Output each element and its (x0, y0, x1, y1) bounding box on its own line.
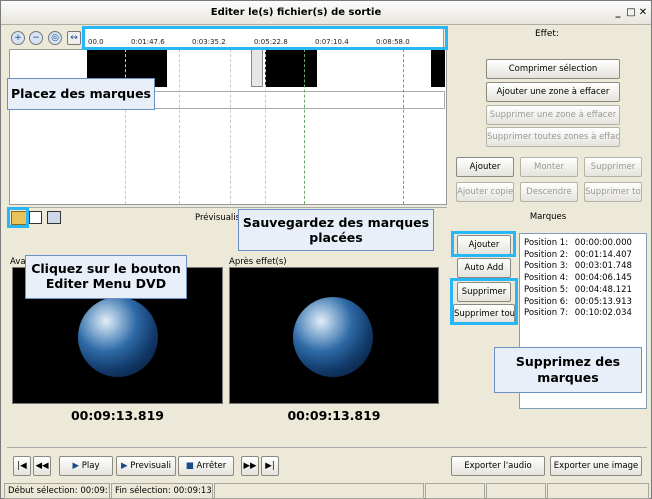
callout-save-marks: Sauvegardez des marques placées (238, 209, 434, 251)
mark-line (403, 49, 404, 204)
zoom-fit-icon[interactable]: ◎ (48, 31, 62, 45)
status-panel (486, 483, 546, 499)
effect-remove-all-button[interactable]: Supprimer tous (584, 182, 642, 202)
before-label: Ava (10, 257, 26, 267)
list-item[interactable]: Position 2: 00:01:14.407 (524, 250, 646, 262)
remove-all-zones-button[interactable]: Supprimer toutes zones à effacer (486, 127, 620, 147)
after-label: Après effet(s) (229, 257, 287, 267)
remove-erase-zone-button[interactable]: Supprimer une zone à effacer (486, 105, 620, 125)
callout-edit-dvd: Cliquez sur le bouton Editer Menu DVD (25, 255, 187, 299)
clip-segment[interactable] (431, 49, 445, 87)
mark-line (265, 49, 266, 204)
auto-add-button[interactable]: Auto Add (457, 258, 511, 278)
before-timecode: 00:09:13.819 (70, 408, 165, 423)
mark-line (125, 49, 126, 204)
mark-line (304, 49, 305, 204)
skip-end-icon: ▶| (265, 461, 275, 471)
stop-button[interactable]: ■ Arrêter (178, 456, 234, 476)
callout-delete-marks: Supprimez des marques (494, 347, 642, 393)
editor-window: Editer le(s) fichier(s) de sortie _ □ ✕ … (0, 0, 652, 499)
selection-end-status: Fin sélection: 00:09:13.81 (111, 483, 213, 499)
mark-line (230, 49, 231, 204)
window-title: Editer le(s) fichier(s) de sortie (210, 7, 382, 18)
timeline-area[interactable] (9, 49, 447, 205)
list-item[interactable]: Position 1: 00:00:00.000 (524, 238, 646, 250)
fast-forward-button[interactable]: ▶▶ (241, 456, 259, 476)
rewind-icon: ◀◀ (35, 461, 49, 471)
title-bar: Editer le(s) fichier(s) de sortie _ □ ✕ (1, 1, 651, 25)
add-erase-zone-button[interactable]: Ajouter une zone à effacer (486, 82, 620, 102)
zoom-range-icon[interactable]: ↔ (67, 31, 81, 45)
effect-up-button[interactable]: Monter (520, 157, 578, 177)
effect-add-copy-button[interactable]: Ajouter copie (456, 182, 514, 202)
list-item[interactable]: Position 3: 00:03:01.748 (524, 261, 646, 273)
divider (7, 447, 647, 448)
stop-icon: ■ (185, 461, 197, 471)
go-start-button[interactable]: |◀ (13, 456, 31, 476)
export-audio-button[interactable]: Exporter l'audio (451, 456, 545, 476)
export-image-button[interactable]: Exporter une image (550, 456, 642, 476)
effect-add-button[interactable]: Ajouter (456, 157, 514, 177)
effects-header: Effet: (535, 29, 559, 39)
window-icon[interactable] (29, 211, 42, 224)
list-item[interactable]: Position 5: 00:04:48.121 (524, 285, 646, 297)
go-end-button[interactable]: ▶| (261, 456, 279, 476)
mark-line (179, 49, 180, 204)
zoom-in-icon[interactable]: + (11, 31, 25, 45)
close-button[interactable]: ✕ (638, 8, 648, 18)
edit-menu-highlight (7, 207, 29, 228)
preview-label: Prévisualis (195, 213, 241, 223)
clip-segment[interactable] (251, 49, 263, 87)
divider (7, 207, 447, 208)
fast-forward-icon: ▶▶ (243, 461, 257, 471)
play-icon: ▶ (72, 461, 82, 471)
play-icon: ▶ (121, 461, 131, 471)
remove-marks-highlight (450, 278, 518, 325)
status-panel (547, 483, 649, 499)
callout-place-marks: Placez des marques (7, 78, 155, 110)
zoom-out-icon[interactable]: − (29, 31, 43, 45)
minimize-button[interactable]: _ (613, 8, 623, 18)
after-timecode: 00:09:13.819 (287, 408, 381, 423)
status-panel (214, 483, 424, 499)
preview-button[interactable]: ▶ Previsuali (116, 456, 176, 476)
skip-start-icon: |◀ (17, 461, 27, 471)
list-item[interactable]: Position 7: 00:10:02.034 (524, 308, 646, 320)
add-mark-highlight (451, 231, 516, 257)
dual-window-icon[interactable] (47, 211, 61, 224)
compress-selection-button[interactable]: Comprimer sélection (486, 59, 620, 79)
maximize-button[interactable]: □ (626, 8, 636, 18)
list-item[interactable]: Position 6: 00:05:13.913 (524, 297, 646, 309)
effect-down-button[interactable]: Descendre (520, 182, 578, 202)
play-button[interactable]: ▶ Play (59, 456, 113, 476)
clip-segment[interactable] (265, 49, 317, 87)
after-video[interactable] (229, 267, 439, 404)
selection-start-status: Début sélection: 00:09:13. (4, 483, 110, 499)
earth-image (78, 297, 158, 377)
marks-header: Marques (529, 212, 567, 222)
earth-image (293, 297, 373, 377)
effect-remove-button[interactable]: Supprimer (584, 157, 642, 177)
ruler-highlight (82, 26, 448, 50)
status-panel (425, 483, 485, 499)
rewind-button[interactable]: ◀◀ (33, 456, 51, 476)
list-item[interactable]: Position 4: 00:04:06.145 (524, 273, 646, 285)
